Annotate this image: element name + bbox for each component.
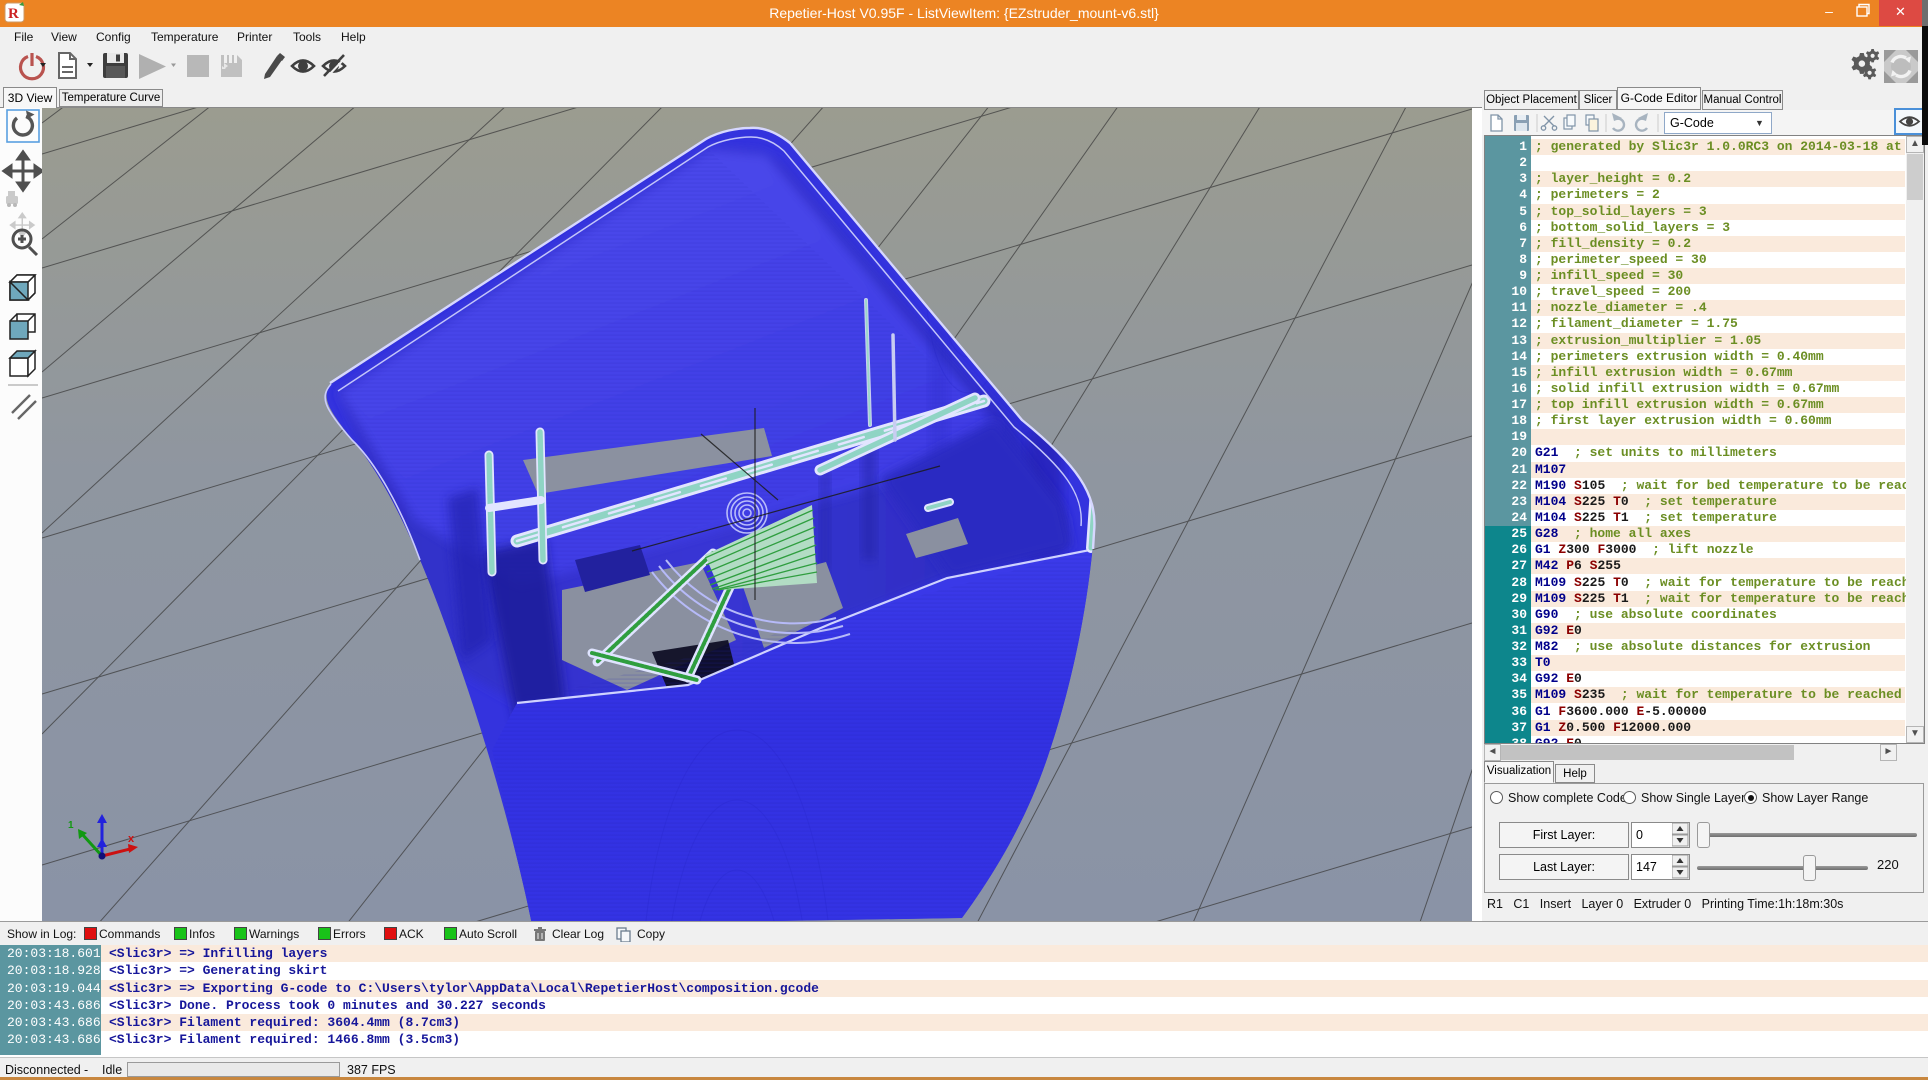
svg-text:1: 1	[68, 820, 74, 831]
svg-text:x: x	[128, 833, 135, 845]
